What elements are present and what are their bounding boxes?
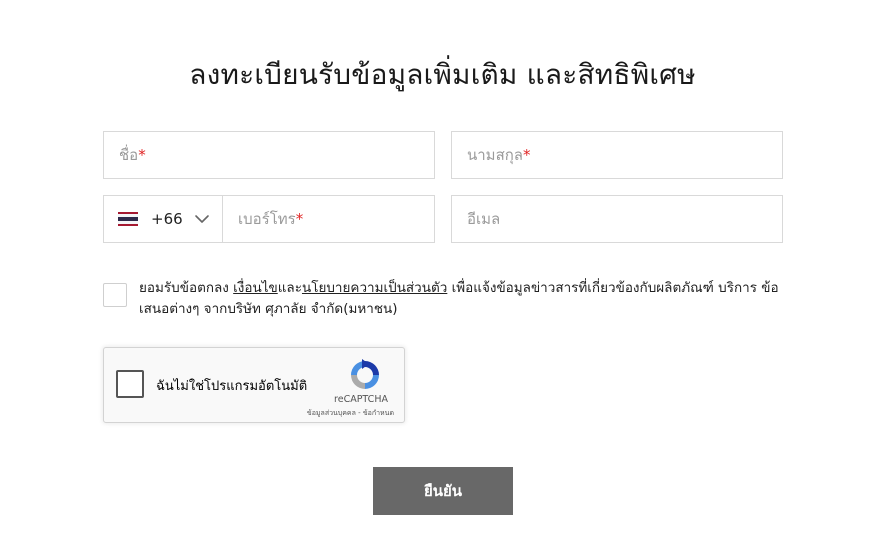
registration-page: ลงทะเบียนรับข้อมูลเพิ่มเติม และสิทธิพิเศ… — [0, 0, 875, 542]
recaptcha-brand: reCAPTCHA — [334, 394, 388, 405]
phone-input-wrap[interactable]: เบอร์โทร* — [223, 196, 434, 242]
consent-text: ยอมรับข้อตกลง เงื่อนไขและนโยบายความเป็นส… — [139, 280, 779, 317]
recaptcha-widget: ฉันไม่ใช่โปรแกรมอัตโนมัติ reCAPTCHA ข้อม… — [103, 347, 405, 423]
last-name-input[interactable] — [452, 132, 782, 178]
page-title: ลงทะเบียนรับข้อมูลเพิ่มเติม และสิทธิพิเศ… — [189, 57, 696, 91]
recaptcha-label: ฉันไม่ใช่โปรแกรมอัตโนมัติ — [156, 379, 308, 394]
recaptcha-checkbox[interactable] — [116, 370, 144, 398]
thailand-flag-icon — [118, 212, 138, 226]
terms-link[interactable]: เงื่อนไข — [233, 280, 278, 296]
recaptcha-terms-link[interactable]: ข้อกำหนด — [363, 409, 394, 417]
first-name-input[interactable] — [104, 132, 434, 178]
first-name-field[interactable]: ชื่อ* — [103, 131, 435, 179]
recaptcha-privacy-link[interactable]: ข้อมูลส่วนบุคคล — [307, 409, 356, 417]
privacy-policy-link[interactable]: นโยบายความเป็นส่วนตัว — [302, 280, 447, 296]
dial-code: +66 — [151, 210, 183, 228]
submit-button[interactable]: ยืนยัน — [373, 467, 513, 515]
chevron-down-icon — [195, 215, 209, 223]
last-name-field[interactable]: นามสกุล* — [451, 131, 783, 179]
country-code-select[interactable]: +66 — [104, 196, 223, 242]
email-input[interactable] — [452, 196, 782, 242]
phone-field-group: +66 เบอร์โทร* — [103, 195, 435, 243]
phone-input[interactable] — [223, 196, 434, 242]
email-field[interactable]: อีเมล — [451, 195, 783, 243]
consent-checkbox[interactable] — [103, 283, 127, 307]
recaptcha-links: ข้อมูลส่วนบุคคล - ข้อกำหนด — [306, 409, 394, 417]
recaptcha-logo-icon — [351, 359, 379, 389]
